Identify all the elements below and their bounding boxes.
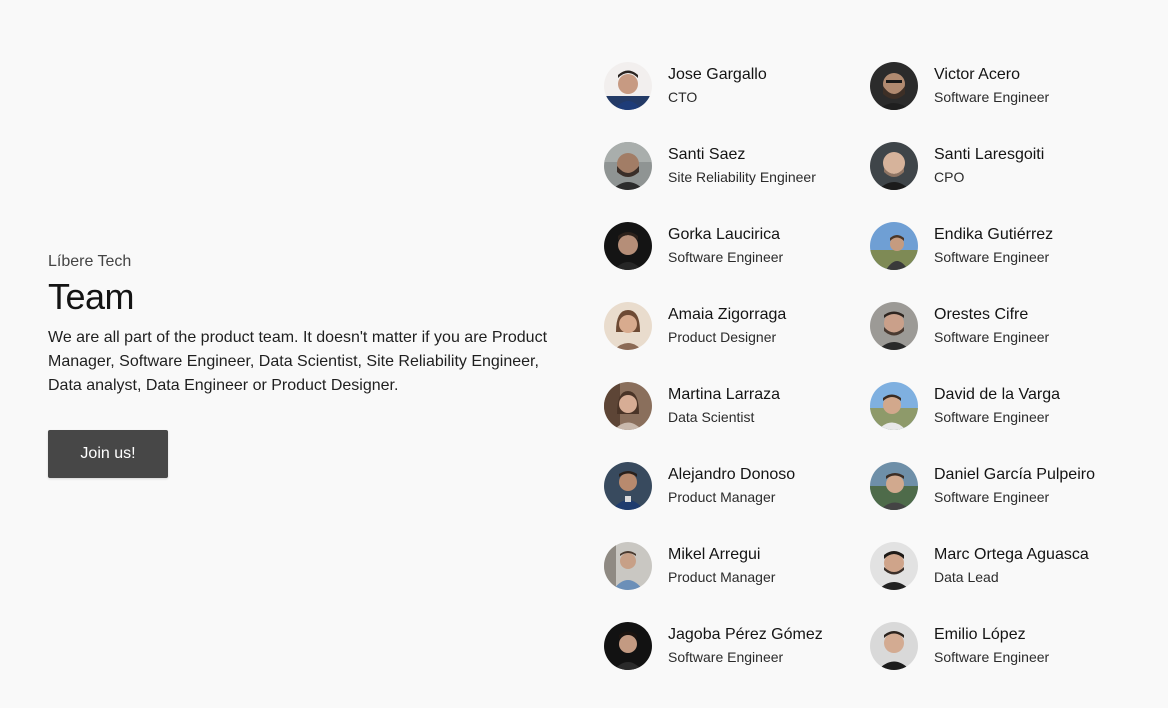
member-name: Gorka Laucirica [668, 226, 781, 243]
member-role: Software Engineer [668, 249, 784, 265]
team-member: Marc Ortega Aguasca Data Lead [870, 542, 1120, 592]
member-name: Martina Larraza [668, 386, 781, 403]
member-name: Emilio López [934, 626, 1026, 643]
avatar [604, 302, 652, 350]
intro-section: Líbere Tech Team We are all part of the … [48, 252, 568, 398]
member-role: Product Manager [668, 569, 776, 585]
avatar [870, 142, 918, 190]
avatar [604, 62, 652, 110]
page-title: Team [48, 276, 135, 317]
member-name: Victor Acero [934, 66, 1020, 83]
avatar [604, 462, 652, 510]
member-name: Jagoba Pérez Gómez [668, 626, 823, 643]
team-member: Orestes Cifre Software Engineer [870, 302, 1120, 352]
avatar [870, 542, 918, 590]
team-member: Santi Saez Site Reliability Engineer [604, 142, 854, 192]
member-role: Software Engineer [934, 409, 1050, 425]
member-role: Software Engineer [668, 649, 784, 665]
avatar [870, 622, 918, 670]
member-role: Software Engineer [934, 89, 1050, 105]
avatar [604, 622, 652, 670]
member-name: Santi Saez [668, 146, 746, 163]
member-name: Endika Gutiérrez [934, 226, 1054, 243]
team-member: Martina Larraza Data Scientist [604, 382, 854, 432]
team-member: Daniel García Pulpeiro Software Engineer [870, 462, 1120, 512]
avatar [870, 382, 918, 430]
member-role: Product Manager [668, 489, 776, 505]
member-name: Daniel García Pulpeiro [934, 466, 1095, 483]
member-role: CTO [668, 89, 698, 105]
member-name: Orestes Cifre [934, 306, 1029, 323]
avatar [870, 62, 918, 110]
member-role: CPO [934, 169, 965, 185]
member-role: Software Engineer [934, 329, 1050, 345]
member-role: Software Engineer [934, 249, 1050, 265]
team-member: Amaia Zigorraga Product Designer [604, 302, 854, 352]
member-role: Data Scientist [668, 409, 755, 425]
member-role: Software Engineer [934, 649, 1050, 665]
avatar [604, 142, 652, 190]
team-member: Gorka Laucirica Software Engineer [604, 222, 854, 272]
avatar [604, 542, 652, 590]
team-member: Jagoba Pérez Gómez Software Engineer [604, 622, 854, 672]
avatar [870, 302, 918, 350]
team-member: Endika Gutiérrez Software Engineer [870, 222, 1120, 272]
member-name: David de la Varga [934, 386, 1060, 403]
avatar [870, 222, 918, 270]
team-member: Emilio López Software Engineer [870, 622, 1120, 672]
company-name: Líbere Tech [48, 253, 132, 270]
team-description: We are all part of the product team. It … [48, 329, 548, 394]
team-member: Mikel Arregui Product Manager [604, 542, 854, 592]
avatar [604, 222, 652, 270]
avatar [604, 382, 652, 430]
member-role: Product Designer [668, 329, 777, 345]
member-role: Data Lead [934, 569, 999, 585]
member-name: Alejandro Donoso [668, 466, 796, 483]
join-us-button[interactable]: Join us! [48, 430, 168, 478]
member-role: Software Engineer [934, 489, 1050, 505]
member-name: Santi Laresgoiti [934, 146, 1045, 163]
member-name: Mikel Arregui [668, 546, 761, 563]
member-name: Marc Ortega Aguasca [934, 546, 1089, 563]
team-member: Santi Laresgoiti CPO [870, 142, 1120, 192]
member-name: Jose Gargallo [668, 66, 767, 83]
avatar [870, 462, 918, 510]
team-member: Jose Gargallo CTO [604, 62, 854, 112]
team-member: David de la Varga Software Engineer [870, 382, 1120, 432]
team-member: Alejandro Donoso Product Manager [604, 462, 854, 512]
member-name: Amaia Zigorraga [668, 306, 787, 323]
team-member: Victor Acero Software Engineer [870, 62, 1120, 112]
member-role: Site Reliability Engineer [668, 169, 816, 185]
